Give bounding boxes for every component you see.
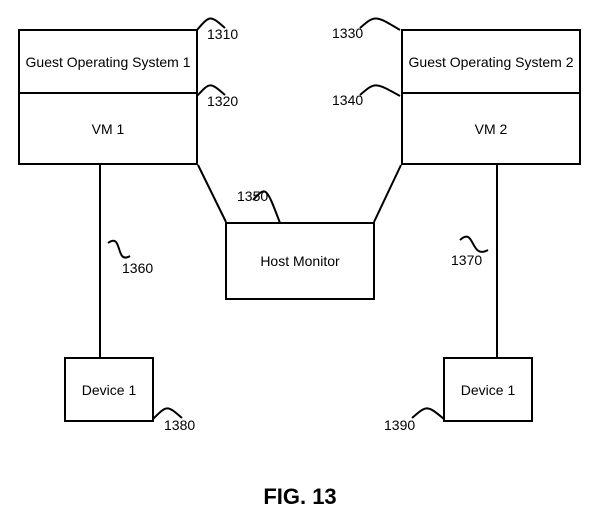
box-device-1-left: Device 1: [64, 357, 154, 422]
label-guest-os-2: Guest Operating System 2: [409, 54, 574, 70]
label-guest-os-1: Guest Operating System 1: [26, 54, 191, 70]
box-vm-2: VM 2: [401, 92, 581, 165]
box-vm-1: VM 1: [18, 92, 198, 165]
figure-caption: FIG. 13: [0, 484, 600, 510]
ref-1330: 1330: [332, 25, 363, 41]
label-device-1-left: Device 1: [82, 382, 136, 398]
box-guest-os-1: Guest Operating System 1: [18, 29, 198, 94]
box-guest-os-2: Guest Operating System 2: [401, 29, 581, 94]
ref-1380: 1380: [164, 417, 195, 433]
box-device-1-right: Device 1: [443, 357, 533, 422]
label-host-monitor: Host Monitor: [260, 253, 339, 269]
label-vm-1: VM 1: [92, 121, 125, 137]
box-host-monitor: Host Monitor: [225, 222, 375, 300]
ref-1350: 1350: [237, 188, 268, 204]
ref-1340: 1340: [332, 92, 363, 108]
ref-1360: 1360: [122, 260, 153, 276]
ref-1390: 1390: [384, 417, 415, 433]
ref-1310: 1310: [207, 26, 238, 42]
diagram-stage: Guest Operating System 1 VM 1 Guest Oper…: [0, 0, 600, 528]
ref-1370: 1370: [451, 252, 482, 268]
ref-1320: 1320: [207, 93, 238, 109]
label-vm-2: VM 2: [475, 121, 508, 137]
label-device-1-right: Device 1: [461, 382, 515, 398]
